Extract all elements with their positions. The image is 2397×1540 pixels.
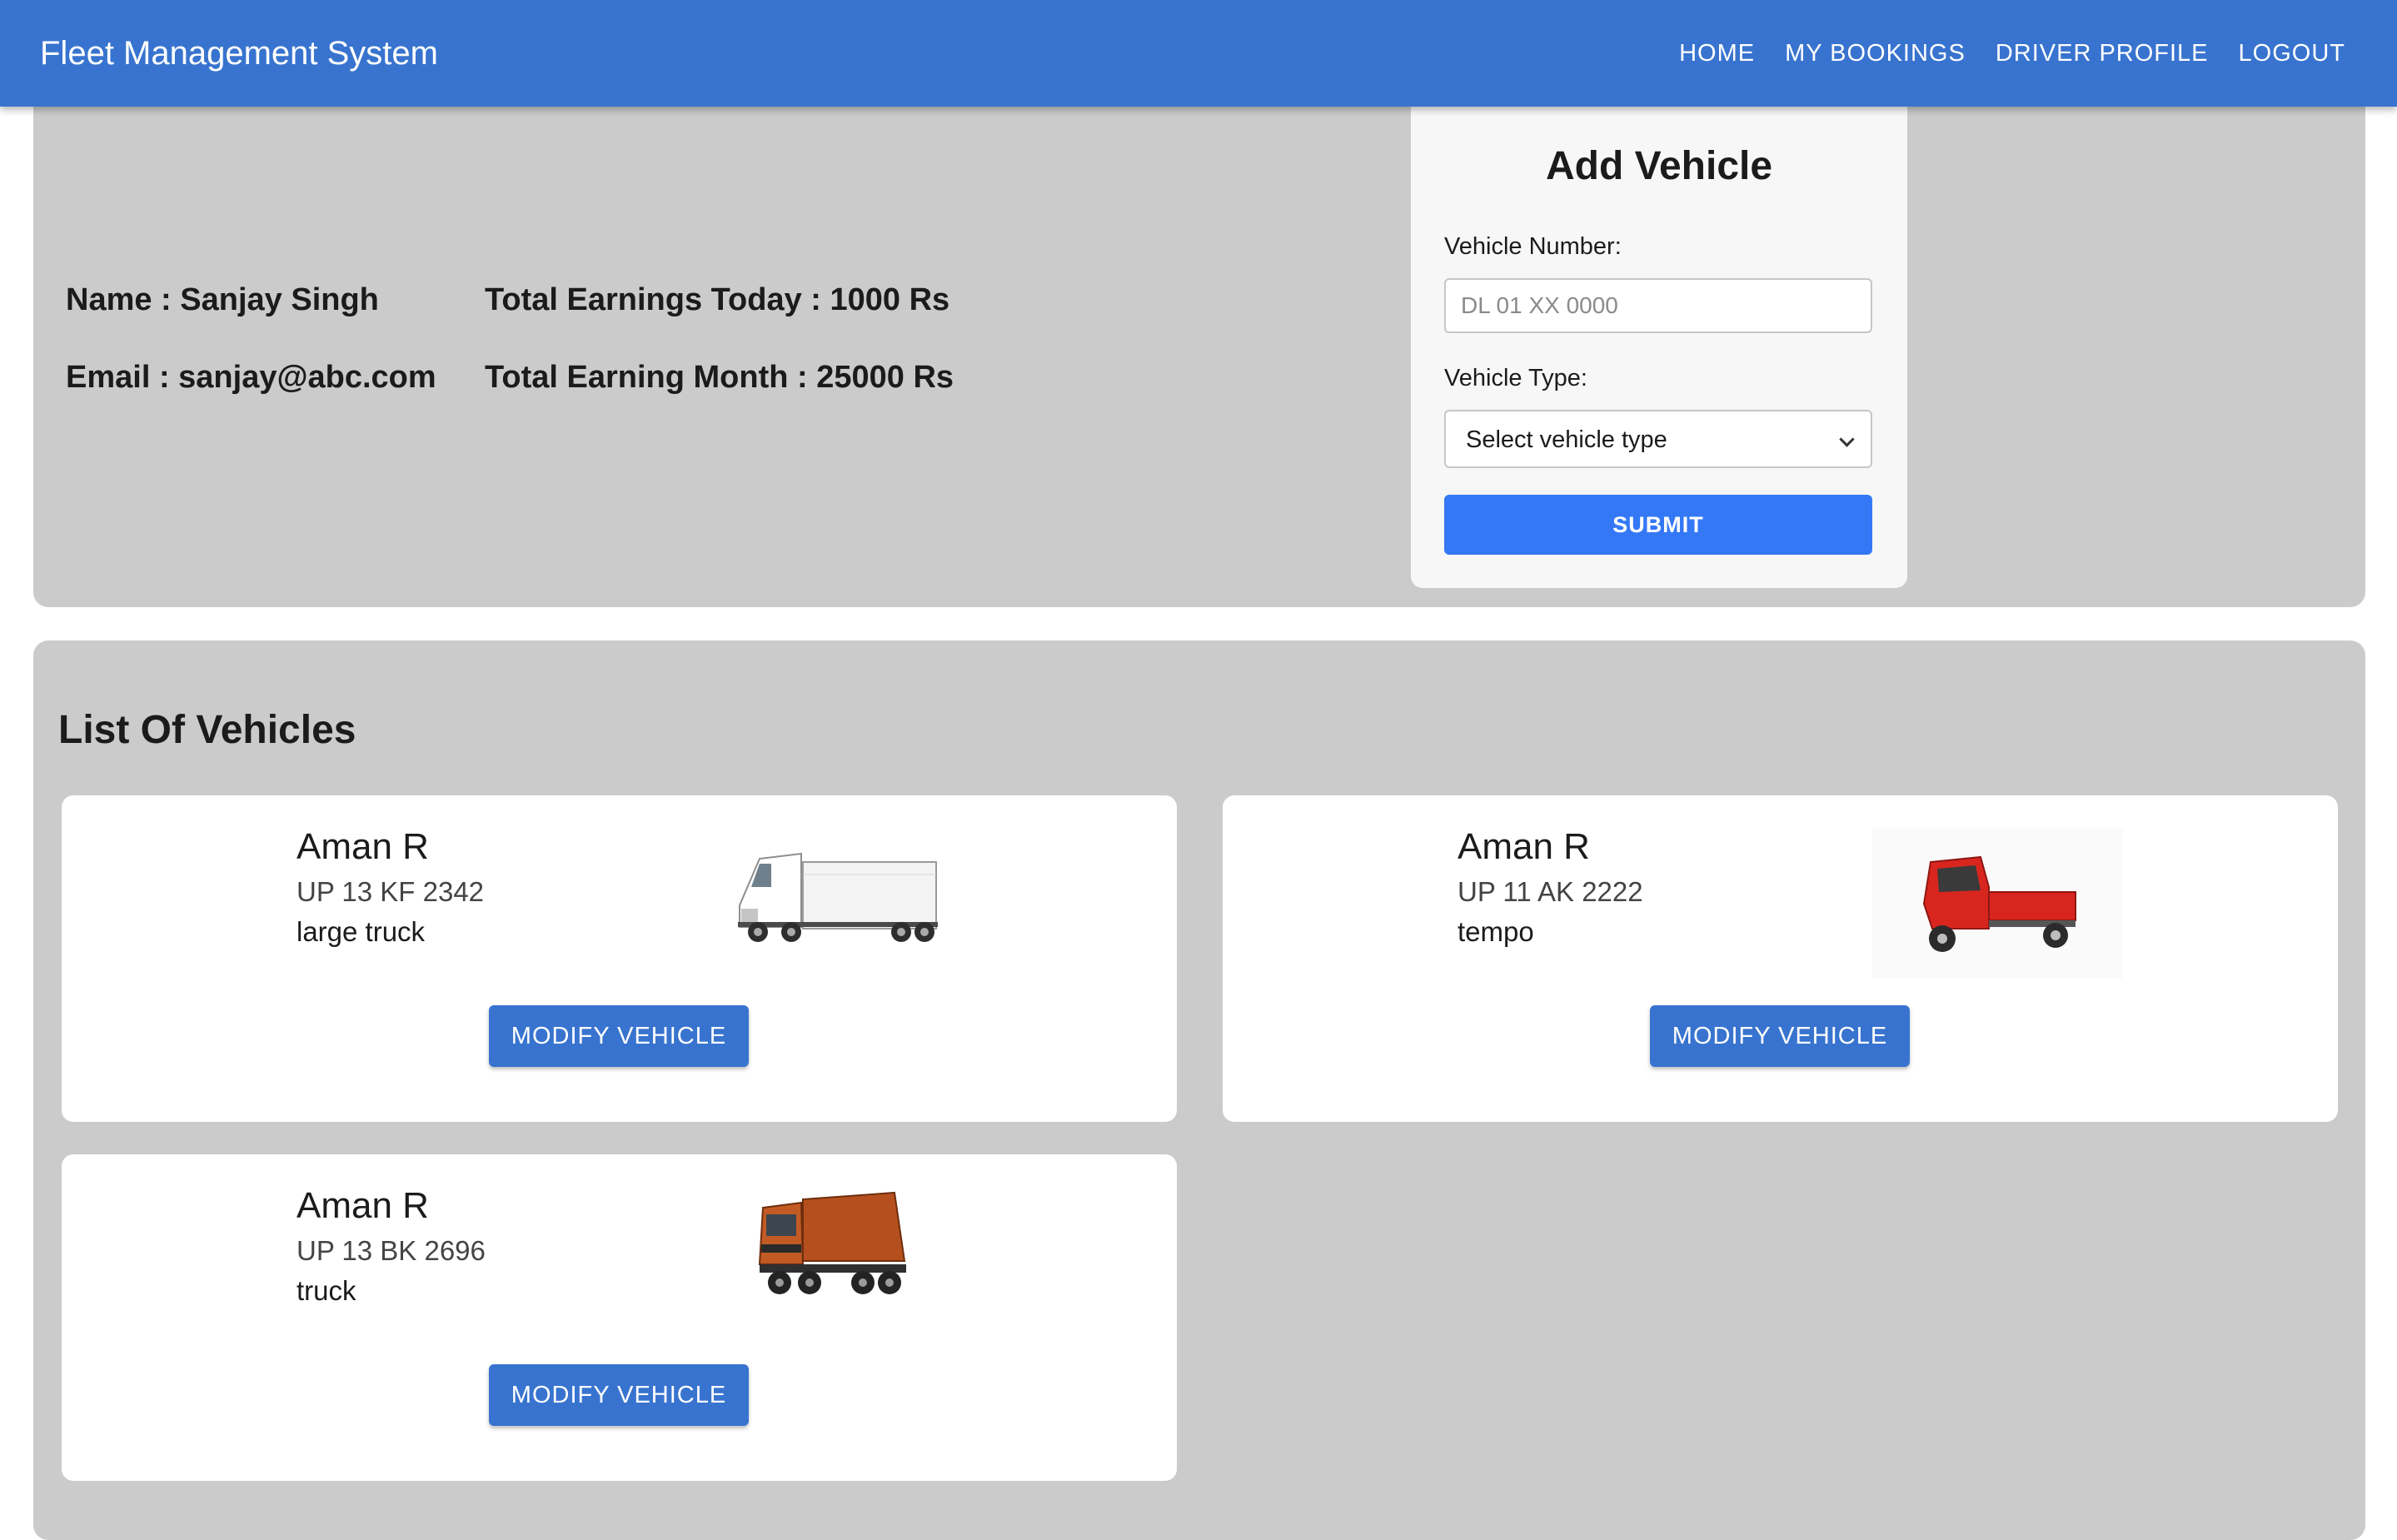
vehicle-card: Aman R UP 11 AK 2222 tempo MODIFY VEHICL… xyxy=(1223,795,2338,1122)
earnings-today: Total Earnings Today : 1000 Rs xyxy=(485,282,950,317)
earnings-month: Total Earning Month : 25000 Rs xyxy=(485,360,954,395)
nav-my-bookings[interactable]: MY BOOKINGS xyxy=(1785,37,1966,70)
vehicle-type-label: Vehicle Type: xyxy=(1444,365,1587,391)
modify-vehicle-button[interactable]: MODIFY VEHICLE xyxy=(489,1364,749,1426)
vehicle-card: Aman R UP 13 KF 2342 large truck MODIFY … xyxy=(62,795,1177,1122)
vehicle-number: UP 13 KF 2342 xyxy=(297,876,485,907)
vehicle-type: large truck xyxy=(297,916,426,947)
chevron-down-icon xyxy=(1839,431,1855,447)
vehicle-type-selected: Select vehicle type xyxy=(1466,426,1667,453)
vehicle-number-input[interactable] xyxy=(1444,278,1872,333)
tempo-image xyxy=(1872,829,2122,979)
modify-vehicle-button[interactable]: MODIFY VEHICLE xyxy=(1650,1005,1910,1067)
semi-truck-image xyxy=(738,852,938,942)
dump-truck-image xyxy=(758,1191,906,1294)
add-vehicle-card: Add Vehicle Vehicle Number: Vehicle Type… xyxy=(1411,83,1907,588)
app-bar: Fleet Management System HOME MY BOOKINGS… xyxy=(0,0,2397,107)
nav-menu: HOME MY BOOKINGS DRIVER PROFILE LOGOUT xyxy=(1679,37,2345,70)
vehicle-type: tempo xyxy=(1458,916,1534,947)
vehicle-number-label: Vehicle Number: xyxy=(1444,233,1622,260)
nav-home[interactable]: HOME xyxy=(1679,37,1755,70)
vehicle-list-title: List Of Vehicles xyxy=(58,708,356,752)
driver-email: Email : sanjay@abc.com xyxy=(66,360,436,395)
app-title[interactable]: Fleet Management System xyxy=(40,33,438,73)
vehicle-list-panel: List Of Vehicles Aman R UP 13 KF 2342 la… xyxy=(33,640,2365,1540)
vehicle-owner: Aman R xyxy=(297,1185,429,1226)
driver-name: Name : Sanjay Singh xyxy=(66,282,379,317)
nav-logout[interactable]: LOGOUT xyxy=(2239,37,2345,70)
vehicle-number: UP 11 AK 2222 xyxy=(1458,876,1643,907)
vehicle-type-select[interactable]: Select vehicle type xyxy=(1444,410,1872,468)
nav-driver-profile[interactable]: DRIVER PROFILE xyxy=(1996,37,2209,70)
driver-info-panel: Name : Sanjay Singh Email : sanjay@abc.c… xyxy=(33,83,2365,607)
add-vehicle-title: Add Vehicle xyxy=(1545,144,1773,188)
vehicle-type: truck xyxy=(297,1275,356,1306)
modify-vehicle-button[interactable]: MODIFY VEHICLE xyxy=(489,1005,749,1067)
vehicle-owner: Aman R xyxy=(297,826,429,867)
submit-button[interactable]: SUBMIT xyxy=(1444,495,1872,555)
vehicle-number: UP 13 BK 2696 xyxy=(297,1235,486,1266)
vehicle-card: Aman R UP 13 BK 2696 truck MODIFY VEHICL… xyxy=(62,1154,1177,1481)
vehicle-owner: Aman R xyxy=(1458,826,1590,867)
